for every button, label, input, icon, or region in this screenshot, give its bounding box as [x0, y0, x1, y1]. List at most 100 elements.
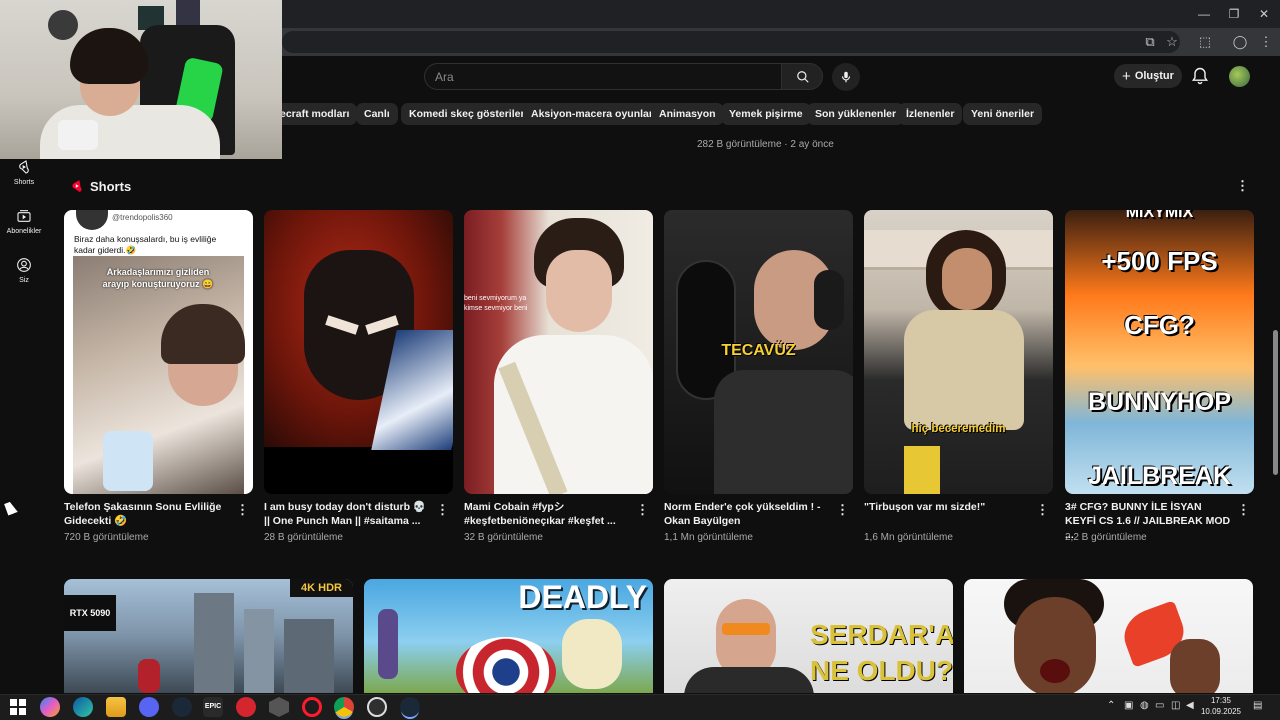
steam-icon[interactable]: [172, 697, 192, 717]
shorts-more-icon[interactable]: ⋮: [1236, 178, 1249, 194]
chip-new-to-you[interactable]: Yeni öneriler: [963, 103, 1043, 125]
anime-art: [264, 210, 453, 450]
short-more-icon[interactable]: ⋮: [1036, 502, 1049, 518]
short-card[interactable]: TECAVÜZ Norm Ender'e çok yükseldim ! - O…: [664, 210, 853, 543]
thumb-line: MIXYMIX: [1125, 210, 1194, 221]
skull: [562, 619, 622, 689]
chip-animation[interactable]: Animasyon: [651, 103, 724, 125]
install-app-icon[interactable]: ⧉: [1141, 33, 1159, 51]
short-card[interactable]: MIXYMIX +500 FPS CFG? BUNNYHOP JAILBREAK…: [1065, 210, 1254, 543]
short-thumbnail[interactable]: hiç beceremedim: [864, 210, 1053, 494]
scrollbar-thumb[interactable]: [1273, 330, 1278, 475]
taskbar-clock[interactable]: 17:35 10.09.2025: [1196, 695, 1246, 717]
person-hair: [161, 304, 245, 364]
notification-center-icon[interactable]: ▤: [1253, 700, 1262, 711]
copilot-icon[interactable]: [40, 697, 60, 717]
create-button[interactable]: + Oluştur: [1114, 64, 1182, 88]
short-title[interactable]: "Tirbuşon var mı sizde!": [864, 500, 1032, 514]
short-title[interactable]: I am busy today don't disturb 💀 || One P…: [264, 500, 432, 528]
nav-subscriptions[interactable]: Abonelikler: [0, 208, 48, 235]
thumb-caption: Arkadaşlarımızı gizliden arayıp konuştur…: [102, 267, 214, 289]
shorts-icon: [19, 160, 29, 174]
wall-poster-2: [176, 0, 200, 26]
skyscraper: [284, 619, 334, 693]
screen: — ❐ ✕ ⧉ ☆ ⬚ ◯ ⋮ Ara + Oluştur ecraft mod…: [0, 0, 1280, 720]
video-thumbnail[interactable]: [964, 579, 1253, 693]
short-title[interactable]: Telefon Şakasının Sonu Evliliğe Gidecekt…: [64, 500, 232, 528]
nav-you[interactable]: Siz: [0, 257, 48, 284]
search-input[interactable]: Ara: [424, 63, 782, 90]
short-thumbnail[interactable]: @trendopolis360 Biraz daha konuşsalardı,…: [64, 210, 253, 494]
tray-app-icon[interactable]: ▣: [1124, 700, 1133, 711]
short-thumbnail[interactable]: [264, 210, 453, 494]
captain-shield: [456, 637, 556, 693]
plus-icon: +: [1122, 67, 1131, 85]
channel-avatar: [76, 210, 108, 230]
windows-start-icon[interactable]: [8, 697, 28, 717]
microphone-stand: [58, 120, 98, 150]
search-placeholder: Ara: [435, 70, 454, 84]
sunglasses: [722, 623, 770, 635]
shorts-section-title: Shorts: [90, 179, 132, 194]
short-more-icon[interactable]: ⋮: [436, 502, 449, 518]
discord-icon[interactable]: [139, 697, 159, 717]
voice-search-button[interactable]: [832, 63, 860, 91]
short-card[interactable]: beni sevmiyorum ya kimse sevmiyor beni M…: [464, 210, 653, 543]
short-card[interactable]: I am busy today don't disturb 💀 || One P…: [264, 210, 453, 543]
edge-icon[interactable]: [73, 697, 93, 717]
short-more-icon[interactable]: ⋮: [836, 502, 849, 518]
app-red-icon[interactable]: [236, 697, 256, 717]
chip-watched[interactable]: İzlenenler: [898, 103, 963, 125]
browser-menu-icon[interactable]: ⋮: [1257, 33, 1275, 51]
headphones: [814, 270, 844, 330]
extensions-icon[interactable]: ⬚: [1196, 33, 1214, 51]
tray-display-icon[interactable]: ▭: [1155, 700, 1164, 711]
previous-video-meta: 282 B görüntüleme · 2 ay önce: [697, 139, 834, 150]
thumb-handle: @trendopolis360: [112, 213, 173, 222]
steam-2-icon[interactable]: [400, 697, 420, 717]
chip-recently-uploaded[interactable]: Son yüklenenler: [807, 103, 905, 125]
close-icon[interactable]: ✕: [1254, 6, 1274, 22]
obs-icon[interactable]: [367, 697, 387, 717]
short-more-icon[interactable]: ⋮: [1237, 502, 1250, 518]
nav-shorts[interactable]: Shorts: [0, 159, 48, 186]
address-bar[interactable]: [282, 31, 1180, 53]
short-more-icon[interactable]: ⋮: [636, 502, 649, 518]
short-thumbnail[interactable]: MIXYMIX +500 FPS CFG? BUNNYHOP JAILBREAK: [1065, 210, 1254, 494]
chrome-icon[interactable]: [334, 697, 354, 717]
chip-live[interactable]: Canlı: [356, 103, 398, 125]
video-thumbnail[interactable]: RTX 5090 4K HDR: [64, 579, 353, 693]
thumb-line: BUNNYHOP: [1087, 388, 1232, 416]
video-thumbnail[interactable]: SERDAR'A NE OLDU?: [664, 579, 953, 693]
short-more-icon[interactable]: ⋮: [236, 502, 249, 518]
chip-comedy-sketches[interactable]: Komedi skeç gösterileri: [401, 103, 536, 125]
restore-icon[interactable]: ❐: [1224, 6, 1244, 22]
notifications-bell-icon[interactable]: [1190, 66, 1210, 86]
short-title[interactable]: Mami Cobain #fypシ #keşfetbeniöneçıkar #k…: [464, 500, 632, 528]
tray-network-icon[interactable]: ◫: [1171, 700, 1180, 711]
tray-volume-icon[interactable]: ◀: [1186, 700, 1194, 711]
nav-subscriptions-label: Abonelikler: [6, 228, 42, 235]
short-card[interactable]: @trendopolis360 Biraz daha konuşsalardı,…: [64, 210, 253, 543]
opera-icon[interactable]: [302, 697, 322, 717]
search-button[interactable]: [781, 63, 823, 90]
chip-cooking[interactable]: Yemek pişirme: [721, 103, 811, 125]
chip-minecraft-mods[interactable]: ecraft modları: [272, 103, 358, 125]
epic-games-icon[interactable]: EPIC: [203, 697, 223, 717]
short-thumbnail[interactable]: TECAVÜZ: [664, 210, 853, 494]
short-views: 32 B görüntüleme: [464, 532, 543, 543]
file-explorer-icon[interactable]: [106, 697, 126, 717]
short-thumbnail[interactable]: beni sevmiyorum ya kimse sevmiyor beni: [464, 210, 653, 494]
tray-overflow-icon[interactable]: ⌃: [1107, 700, 1115, 711]
chip-action-adventure[interactable]: Aksiyon-macera oyunları: [523, 103, 664, 125]
short-views: 1,1 Mn görüntüleme: [664, 532, 753, 543]
you-icon: [17, 258, 31, 272]
video-thumbnail[interactable]: DEADLY: [364, 579, 653, 693]
profile-icon[interactable]: ◯: [1231, 33, 1249, 51]
minimize-icon[interactable]: —: [1194, 6, 1214, 22]
short-card[interactable]: hiç beceremedim "Tirbuşon var mı sizde!"…: [864, 210, 1053, 543]
tray-mic-icon[interactable]: ◍: [1140, 700, 1149, 711]
short-title[interactable]: Norm Ender'e çok yükseldim ! - Okan Bayü…: [664, 500, 832, 528]
bookmark-star-icon[interactable]: ☆: [1163, 33, 1181, 51]
account-avatar[interactable]: [1229, 66, 1250, 87]
